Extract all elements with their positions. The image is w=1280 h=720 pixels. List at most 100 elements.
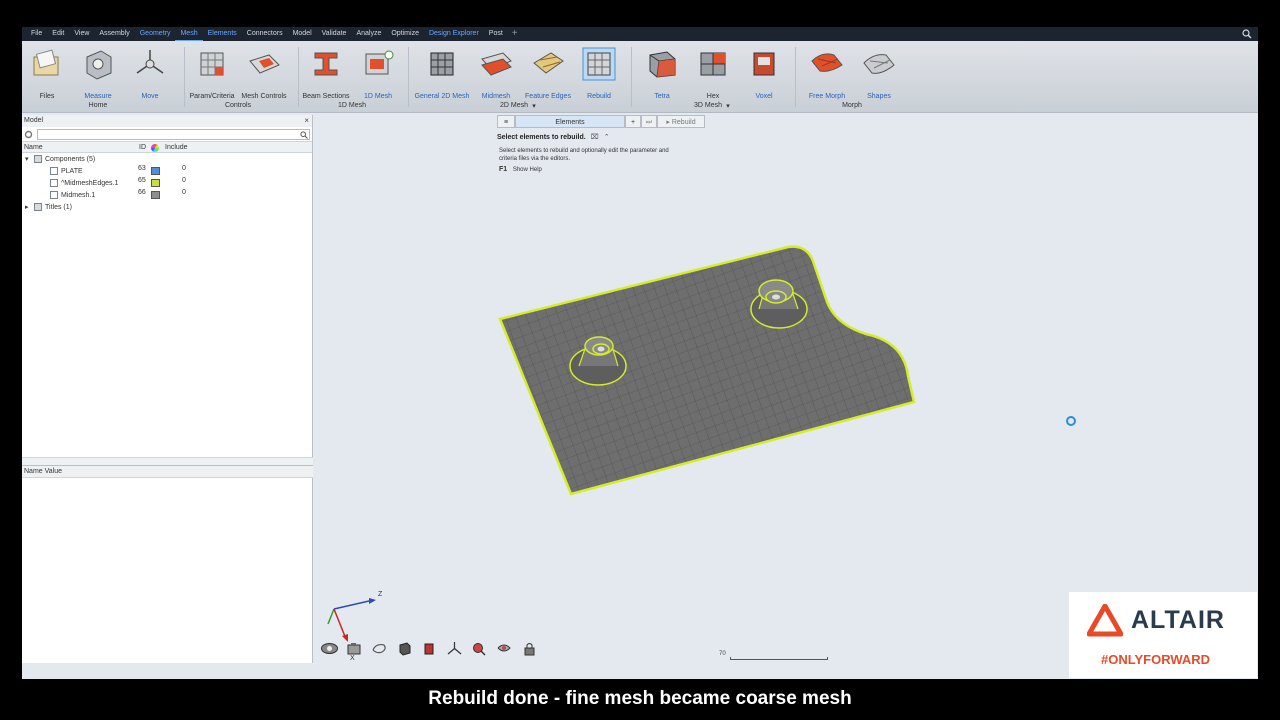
folder-icon: [34, 155, 42, 163]
shapes-tool[interactable]: Shapes: [848, 47, 910, 100]
axis-x-label: X: [350, 655, 355, 662]
menu-analyze[interactable]: Analyze: [351, 27, 386, 41]
files-label: Files: [39, 93, 55, 100]
voxel-icon: [753, 52, 775, 76]
eye-icon[interactable]: [320, 641, 339, 656]
component-include: 0: [182, 177, 186, 184]
group-1d-mesh-label: 1D Mesh: [337, 102, 367, 109]
component-id: 65: [138, 177, 146, 184]
free-morph-label: Free Morph: [808, 93, 846, 100]
column-id[interactable]: ID: [139, 144, 146, 151]
scale-bar: [730, 657, 828, 660]
free-morph-icon: [811, 53, 843, 72]
general-2d-mesh-icon: [430, 52, 454, 76]
color-swatch[interactable]: [151, 191, 160, 199]
1d-mesh-tool[interactable]: 1D Mesh: [347, 47, 409, 100]
component-icon: [50, 167, 58, 175]
property-table: Name Value: [22, 465, 313, 663]
menu-file[interactable]: File: [26, 27, 47, 41]
expand-icon[interactable]: ▸: [25, 203, 31, 211]
folder-icon: [34, 203, 42, 211]
beam-sections-label: Beam Sections: [302, 93, 350, 100]
video-frame: File Edit View Assembly Geometry Mesh El…: [0, 0, 1280, 720]
group-2d-mesh-label[interactable]: 2D Mesh: [500, 102, 528, 109]
altair-mark-icon: [1087, 604, 1123, 637]
property-table-header: Name Value: [22, 466, 313, 478]
tetra-icon: [649, 51, 676, 78]
mesh-plate: [498, 245, 916, 496]
menu-post[interactable]: Post: [484, 27, 508, 41]
chevron-down-icon[interactable]: ▾: [532, 102, 536, 110]
cursor-icon: [1066, 416, 1076, 426]
measure-label: Measure: [84, 93, 112, 100]
section-cut-icon[interactable]: [420, 641, 439, 656]
tree-row-components[interactable]: ▾ Components (5): [22, 153, 312, 165]
zoom-icon[interactable]: [470, 641, 489, 656]
search-icon[interactable]: [1242, 29, 1252, 39]
tree-row-titles[interactable]: ▸ Titles (1): [22, 201, 312, 213]
menu-mesh[interactable]: Mesh: [175, 27, 203, 41]
browser-search-input[interactable]: [37, 128, 310, 140]
gear-icon[interactable]: [24, 130, 33, 139]
ribbon-separator: [408, 47, 409, 107]
tree-row-midmesh-edges[interactable]: ^MidmeshEdges.1 65 0: [22, 177, 312, 189]
voxel-tool[interactable]: Voxel: [733, 47, 795, 100]
tree-row-midmesh[interactable]: Midmesh.1 66 0: [22, 189, 312, 201]
cube-view-icon[interactable]: [395, 641, 414, 656]
menu-connectors[interactable]: Connectors: [242, 27, 288, 41]
mesh-controls-label: Mesh Controls: [241, 93, 287, 100]
view-toolbar: [320, 641, 539, 656]
camera-icon[interactable]: [345, 641, 364, 656]
fit-view-icon[interactable]: [495, 641, 514, 656]
chevron-down-icon[interactable]: ▾: [726, 102, 730, 110]
add-ribbon-button[interactable]: +: [508, 27, 522, 41]
altair-logo: ALTAIR #ONLYFORWARD: [1069, 592, 1257, 678]
search-icon[interactable]: [300, 130, 308, 139]
browser-search-row: [22, 127, 312, 141]
axis-z-label: Z: [378, 591, 383, 598]
menu-elements[interactable]: Elements: [203, 27, 242, 41]
color-swatch[interactable]: [151, 167, 160, 175]
component-include: 0: [182, 189, 186, 196]
menu-edit[interactable]: Edit: [47, 27, 69, 41]
mesh-controls-tool[interactable]: Mesh Controls: [233, 47, 295, 100]
shapes-label: Shapes: [867, 93, 891, 100]
color-swatch[interactable]: [151, 179, 160, 187]
rotate-axes-icon[interactable]: [445, 641, 464, 656]
rebuild-tool[interactable]: Rebuild: [568, 47, 630, 100]
param-criteria-label: Param/Criteria: [189, 93, 235, 100]
panel-splitter[interactable]: [22, 457, 313, 465]
menu-optimize[interactable]: Optimize: [386, 27, 424, 41]
column-name[interactable]: Name: [24, 144, 43, 151]
hypermesh-window: File Edit View Assembly Geometry Mesh El…: [22, 27, 1258, 679]
group-3d-mesh-label[interactable]: 3D Mesh: [694, 102, 722, 109]
tree-row-plate[interactable]: PLATE 63 0: [22, 165, 312, 177]
model-browser: Model × Name ID Include ▾ Components (5)…: [22, 115, 313, 663]
component-id: 63: [138, 165, 146, 172]
move-tool[interactable]: Move: [119, 47, 181, 100]
midmesh-icon: [481, 52, 512, 76]
feature-edges-icon: [533, 52, 564, 74]
column-include[interactable]: Include: [165, 144, 188, 151]
rebuild-icon: [582, 47, 616, 81]
close-icon[interactable]: ×: [304, 115, 309, 127]
expand-icon[interactable]: ▾: [25, 155, 31, 163]
altair-wordmark: ALTAIR: [1131, 606, 1225, 634]
lock-icon[interactable]: [520, 641, 539, 656]
shapes-icon: [863, 54, 895, 74]
menu-view[interactable]: View: [69, 27, 94, 41]
feature-edges-label: Feature Edges: [525, 93, 571, 100]
1d-mesh-label: 1D Mesh: [363, 93, 392, 100]
lasso-icon[interactable]: [370, 641, 389, 656]
general-2d-mesh-tool[interactable]: General 2D Mesh: [411, 47, 473, 100]
tree-label: Midmesh.1: [61, 191, 96, 199]
menu-model[interactable]: Model: [288, 27, 317, 41]
beam-sections-icon: [314, 52, 338, 76]
scale-value: 70: [719, 651, 726, 657]
menu-assembly[interactable]: Assembly: [94, 27, 134, 41]
menu-design-explorer[interactable]: Design Explorer: [424, 27, 484, 41]
menu-geometry[interactable]: Geometry: [135, 27, 176, 41]
mesh-controls-icon: [249, 54, 280, 74]
general-2d-mesh-label: General 2D Mesh: [414, 93, 470, 100]
menu-validate[interactable]: Validate: [317, 27, 352, 41]
